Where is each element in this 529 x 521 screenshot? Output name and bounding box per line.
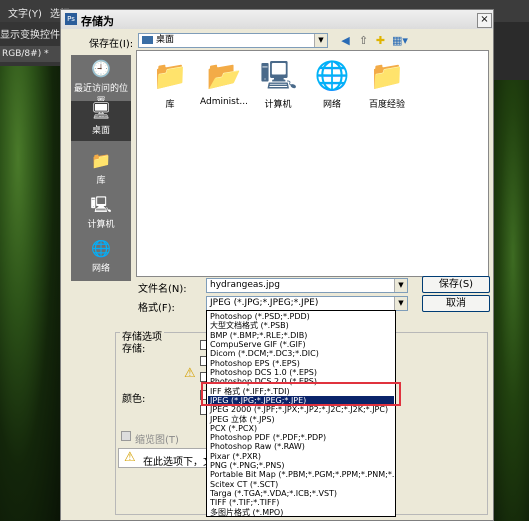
format-option[interactable]: JPEG 立体 (*.JPS) [208,415,394,424]
back-icon[interactable]: ◀ [339,34,352,47]
place-label: 库 [96,176,106,186]
document-tab-label: RGB/8#) * [2,49,49,59]
computer-icon: 🖳 [260,59,298,92]
computer-icon: 🖳 [90,195,112,214]
format-option[interactable]: Photoshop PDF (*.PDF;*.PDP) [208,433,394,442]
format-option[interactable]: Dicom (*.DCM;*.DC3;*.DIC) [208,349,394,358]
file-item-libraries[interactable]: 📁 库 [139,59,201,110]
highlight-box [201,382,401,406]
format-option[interactable]: CompuServe GIF (*.GIF) [208,340,394,349]
network-icon: 🌐 [314,59,350,92]
transform-hint: 显示变换控件 [0,30,60,41]
format-option[interactable]: Photoshop EPS (*.EPS) [208,359,394,368]
filename-input[interactable]: hydrangeas.jpg ▼ [206,278,408,293]
save-in-label: 保存在(I): [89,39,134,50]
folder-icon: 📁 [369,59,405,92]
format-option[interactable]: BMP (*.BMP;*.RLE;*.DIB) [208,331,394,340]
place-label: 桌面 [91,126,110,136]
user-folder-icon: 📂 [206,59,242,92]
libraries-icon: 📁 [152,59,188,92]
format-option[interactable]: Photoshop DCS 1.0 (*.EPS) [208,368,394,377]
warning-icon: ⚠ [124,450,136,465]
chevron-down-icon[interactable]: ▼ [394,279,407,292]
recent-places-icon: 🕘 [91,59,111,78]
warning-icon: ⚠ [184,366,196,381]
file-list[interactable]: 📁 库 📂 Administ... 🖳 计算机 🌐 网络 📁 百度经验 [136,50,489,277]
view-menu-icon[interactable]: ▦▾ [391,34,409,47]
filename-value: hydrangeas.jpg [210,280,280,290]
file-label: 网络 [322,100,341,110]
file-item-computer[interactable]: 🖳 计算机 [247,59,309,110]
format-dropdown-list[interactable]: Photoshop (*.PSD;*.PDD) 大型文档格式 (*.PSB) BMP… [206,310,396,517]
place-computer[interactable]: 🖳 计算机 [71,195,131,230]
format-option[interactable]: PNG (*.PNG;*.PNS) [208,461,394,470]
place-recent[interactable]: 🕘 最近访问的位置 [71,59,131,107]
close-button[interactable]: × [477,13,492,28]
format-option[interactable]: Photoshop Raw (*.RAW) [208,442,394,451]
format-option[interactable]: JPEG 2000 (*.JPF;*.JPX;*.JP2;*.J2C;*.J2K… [208,405,394,414]
document-tab[interactable]: RGB/8#) * [0,46,62,62]
file-label: 计算机 [264,100,292,110]
place-label: 网络 [91,264,110,274]
photoshop-icon: Ps [65,13,77,25]
canvas-photo [0,66,60,521]
place-desktop[interactable]: 🖥 桌面 [71,101,131,141]
canvas-photo-right [489,80,529,521]
format-value: JPEG (*.JPG;*.JPEG;*.JPE) [210,298,319,308]
format-option[interactable]: Targa (*.TGA;*.VDA;*.ICB;*.VST) [208,489,394,498]
format-option[interactable]: Portable Bit Map (*.PBM;*.PGM;*.PPM;*.PN… [208,470,394,479]
chevron-down-icon[interactable]: ▼ [394,297,407,310]
save-in-value: 桌面 [156,35,175,45]
file-item-baidu-jingyan[interactable]: 📁 百度经验 [356,59,418,110]
menu-text[interactable]: 文字(Y) [8,5,42,20]
format-select[interactable]: JPEG (*.JPG;*.JPEG;*.JPE) ▼ [206,296,408,311]
place-network[interactable]: 🌐 网络 [71,239,131,274]
filename-label: 文件名(N): [138,284,187,295]
thumbnail-label: 缩览图(T) [135,435,179,446]
chevron-down-icon[interactable]: ▼ [314,34,327,47]
file-label: 库 [165,100,175,110]
dialog-titlebar: Ps 存储为 × [61,10,493,29]
place-label: 计算机 [87,220,115,230]
place-libraries[interactable]: 📁 库 [71,151,131,186]
storage-label: 存储: [122,344,146,355]
format-option[interactable]: TIFF (*.TIF;*.TIFF) [208,498,394,507]
save-in-combo[interactable]: 桌面 ▼ [138,33,328,48]
file-item-network[interactable]: 🌐 网络 [301,59,363,110]
format-option[interactable]: Pixar (*.PXR) [208,452,394,461]
thumbnail-checkbox[interactable] [121,431,131,441]
format-option[interactable]: 大型文档格式 (*.PSB) [208,321,394,330]
format-option[interactable]: 多图片格式 (*.MPO) [208,508,394,516]
save-as-dialog: Ps 存储为 × 保存在(I): 桌面 ▼ ◀ ⇧ ✚ ▦▾ 🕘 最近访问的位置… [60,9,494,521]
file-item-administrator[interactable]: 📂 Administ... [193,59,255,107]
file-label: 百度经验 [368,100,405,110]
color-label: 颜色: [122,394,146,405]
format-option[interactable]: PCX (*.PCX) [208,424,394,433]
format-option[interactable]: Photoshop (*.PSD;*.PDD) [208,312,394,321]
dialog-title: 存储为 [81,15,114,28]
file-label: Administ... [200,97,248,107]
format-option[interactable]: Scitex CT (*.SCT) [208,480,394,489]
desktop-small-icon [142,35,153,44]
places-bar: 🕘 最近访问的位置 🖥 桌面 📁 库 🖳 计算机 🌐 网络 [71,55,131,281]
network-icon: 🌐 [91,239,111,258]
cancel-button[interactable]: 取消 [422,295,490,312]
save-button[interactable]: 保存(S) [422,276,490,293]
new-folder-icon[interactable]: ✚ [374,34,387,47]
up-folder-icon[interactable]: ⇧ [357,34,370,47]
desktop-icon: 🖥 [90,101,112,120]
warning-text: 在此选项下，文 [143,457,213,468]
format-label: 格式(F): [138,303,175,314]
libraries-icon: 📁 [91,151,111,170]
